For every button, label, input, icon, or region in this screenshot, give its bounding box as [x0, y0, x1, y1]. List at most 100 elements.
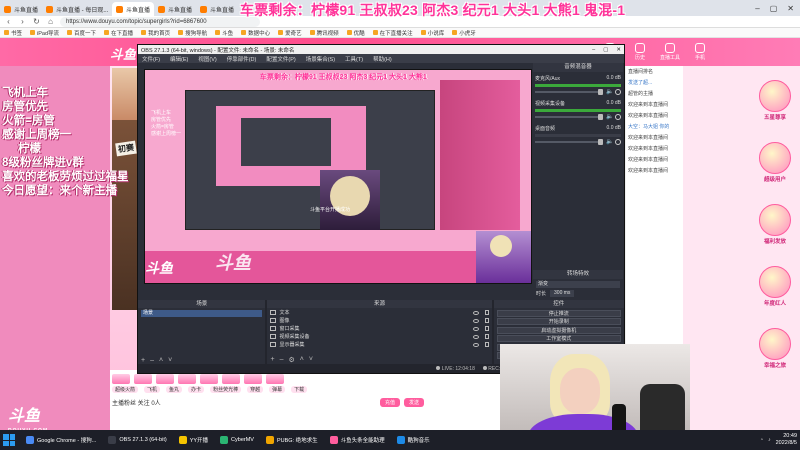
- gift-icon[interactable]: [244, 374, 262, 384]
- move-down-icon[interactable]: ˅: [168, 357, 172, 364]
- lock-icon[interactable]: [484, 318, 489, 323]
- bookmark-item[interactable]: 优酷: [346, 29, 365, 37]
- activity-badge[interactable]: 超级用户: [755, 142, 795, 183]
- obs-close-icon[interactable]: ✕: [616, 47, 621, 53]
- gift-label[interactable]: 办卡: [188, 386, 205, 393]
- gift-label[interactable]: 飞机: [144, 386, 161, 393]
- bookmark-item[interactable]: 在下直播关注: [372, 29, 413, 37]
- add-icon[interactable]: +: [270, 356, 274, 364]
- taskbar-item[interactable]: 斗鱼头条全能助理: [327, 432, 388, 448]
- gift-icon[interactable]: [178, 374, 196, 384]
- lock-icon[interactable]: [484, 342, 489, 347]
- source-item[interactable]: 窗口采集: [270, 325, 489, 332]
- taskbar-item[interactable]: PUBG: 绝地求生: [263, 432, 321, 448]
- obs-menu-item[interactable]: 视图(V): [198, 55, 216, 63]
- gift-label[interactable]: 弹幕: [269, 386, 286, 393]
- lock-icon[interactable]: [484, 326, 489, 331]
- browser-tab[interactable]: 斗鱼直播: [196, 2, 238, 16]
- transition-select[interactable]: 渐变: [536, 281, 620, 288]
- speaker-icon[interactable]: 🔈: [606, 114, 613, 120]
- bookmark-item[interactable]: 数据中心: [241, 29, 270, 37]
- gift-icon[interactable]: [200, 374, 218, 384]
- gift-icon[interactable]: [112, 374, 130, 384]
- send-button[interactable]: 发送: [404, 398, 425, 407]
- move-up-icon[interactable]: ˄: [300, 356, 304, 364]
- url-field[interactable]: https://www.douyu.com/topic/supergirls?r…: [60, 16, 260, 27]
- gear-icon[interactable]: [615, 114, 621, 120]
- source-item[interactable]: 显示器采集: [270, 341, 489, 348]
- browser-tab[interactable]: 斗鱼直播: [0, 2, 42, 16]
- taskbar-item[interactable]: YY开播: [176, 432, 211, 448]
- control-button[interactable]: 开始录制: [496, 318, 621, 325]
- obs-minimize-icon[interactable]: –: [592, 47, 595, 53]
- scene-item[interactable]: 场景: [141, 310, 263, 317]
- gift-icon[interactable]: [134, 374, 152, 384]
- maximize-icon[interactable]: ▢: [770, 4, 778, 13]
- visibility-eye-icon[interactable]: [472, 318, 479, 323]
- source-item[interactable]: 视频采集设备: [270, 333, 489, 340]
- obs-menu-item[interactable]: 帮助(H): [373, 55, 392, 63]
- speaker-icon[interactable]: 🔈: [606, 89, 613, 95]
- activity-badge[interactable]: 年度红人: [755, 266, 795, 307]
- bookmark-item[interactable]: 搜狗导航: [178, 29, 207, 37]
- bookmark-item[interactable]: 斗鱼: [215, 29, 233, 37]
- gear-icon[interactable]: [615, 139, 621, 145]
- move-up-icon[interactable]: ˄: [159, 357, 163, 364]
- taskbar-item[interactable]: CyberMV: [217, 432, 257, 448]
- remove-icon[interactable]: –: [280, 356, 284, 364]
- move-down-icon[interactable]: ˅: [309, 356, 313, 364]
- bookmark-item[interactable]: 书签: [4, 29, 22, 37]
- gear-icon[interactable]: ⚙: [288, 356, 294, 364]
- minimize-icon[interactable]: –: [755, 4, 759, 13]
- obs-menu-item[interactable]: 编辑(E): [170, 55, 188, 63]
- bookmark-item[interactable]: 小虎牙: [452, 29, 476, 37]
- taskbar-item[interactable]: Google Chrome - 搜狗...: [23, 432, 99, 448]
- clock[interactable]: 20:49 2022/8/5: [776, 433, 797, 447]
- remove-icon[interactable]: –: [150, 357, 154, 364]
- douyu-logo[interactable]: 斗鱼: [110, 44, 136, 63]
- volume-knob[interactable]: [598, 139, 603, 145]
- gift-label[interactable]: 下载: [291, 386, 308, 393]
- control-button[interactable]: 工作室模式: [496, 335, 621, 342]
- visibility-eye-icon[interactable]: [472, 334, 479, 339]
- bookmark-item[interactable]: 小说库: [420, 29, 444, 37]
- start-icon[interactable]: [3, 434, 15, 446]
- volume-knob[interactable]: [598, 114, 603, 120]
- visibility-eye-icon[interactable]: [472, 326, 479, 331]
- lock-icon[interactable]: [484, 310, 489, 315]
- close-icon[interactable]: ✕: [787, 4, 794, 13]
- bookmark-item[interactable]: 百度一下: [67, 29, 96, 37]
- gear-icon[interactable]: [615, 89, 621, 95]
- header-2-button[interactable]: 直播工具: [660, 43, 680, 61]
- gift-icon[interactable]: [266, 374, 284, 384]
- browser-tab[interactable]: 斗鱼直播 - 每日观...: [42, 2, 112, 16]
- visibility-eye-icon[interactable]: [472, 310, 479, 315]
- duration-input[interactable]: 300 ms: [550, 290, 575, 297]
- control-button[interactable]: 启动虚拟摄像机: [496, 326, 621, 334]
- visibility-eye-icon[interactable]: [472, 342, 479, 347]
- bookmark-item[interactable]: 腾讯视频: [309, 29, 339, 37]
- obs-menu-item[interactable]: 场景集合(S): [306, 55, 335, 63]
- network-icon[interactable]: ◔: [760, 437, 763, 443]
- activity-badge[interactable]: 五星尊享: [755, 80, 795, 121]
- home-icon[interactable]: ⌂: [46, 17, 55, 26]
- bookmark-item[interactable]: 我的首页: [141, 29, 170, 37]
- bookmark-item[interactable]: 在下直播: [104, 29, 133, 37]
- taskbar-item[interactable]: OBS 27.1.3 (64-bit): [105, 432, 169, 448]
- obs-preview[interactable]: 车票剩余：柠檬91 王叔叔23 阿杰3 纪元1 大头1 大熊1 飞机上车 房管优先…: [144, 69, 532, 284]
- gift-label[interactable]: 粉丝荧光棒: [210, 386, 242, 393]
- volume-slider[interactable]: [535, 89, 603, 95]
- gift-label[interactable]: 穿越: [247, 386, 264, 393]
- obs-menu-item[interactable]: 工具(T): [345, 55, 363, 63]
- forward-icon[interactable]: ›: [18, 17, 27, 26]
- control-button[interactable]: 停止推流: [496, 309, 621, 317]
- obs-menu-item[interactable]: 停靠部件(D): [227, 55, 257, 63]
- volume-knob[interactable]: [598, 89, 603, 95]
- reload-icon[interactable]: ↻: [32, 17, 41, 26]
- add-icon[interactable]: +: [141, 357, 145, 364]
- volume-icon[interactable]: ♪: [768, 437, 771, 443]
- source-item[interactable]: 文本: [270, 309, 489, 316]
- header-1-button[interactable]: 历史: [630, 43, 650, 61]
- bookmark-item[interactable]: iPad导流: [30, 29, 59, 37]
- lock-icon[interactable]: [484, 334, 489, 339]
